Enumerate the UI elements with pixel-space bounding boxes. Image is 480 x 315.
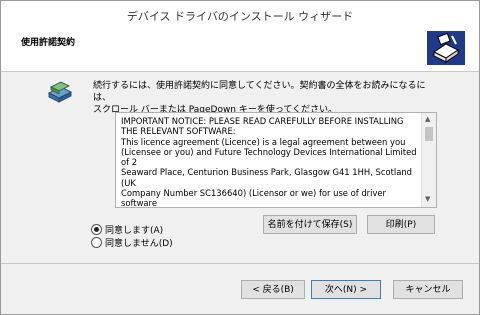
- window-title: デバイス ドライバのインストール ウィザード: [126, 10, 354, 23]
- scroll-down-icon[interactable]: ▼: [425, 195, 430, 203]
- scroll-thumb[interactable]: [425, 127, 433, 141]
- license-textbox[interactable]: IMPORTANT NOTICE: PLEASE READ CAREFULLY …: [115, 112, 437, 208]
- save-as-button[interactable]: 名前を付けて保存(S): [263, 215, 357, 234]
- license-scrollbar[interactable]: ▲ ▼: [421, 113, 436, 207]
- disagree-option[interactable]: 同意しません(D): [91, 236, 173, 249]
- disagree-label[interactable]: 同意しません(D): [105, 236, 173, 249]
- agree-option[interactable]: 同意します(A): [91, 223, 163, 236]
- print-button[interactable]: 印刷(P): [367, 215, 435, 234]
- footer-divider: [1, 263, 479, 264]
- wizard-window: デバイス ドライバのインストール ウィザード 使用許諾契約 続行するには、使用許…: [0, 0, 480, 315]
- intro-line-1: 続行するには、使用許諾契約に同意してください。契約書の全体をお読みになるには、: [93, 81, 426, 103]
- installer-logo-icon: [427, 31, 465, 65]
- back-button[interactable]: < 戻る(B): [241, 280, 305, 299]
- license-text: IMPORTANT NOTICE: PLEASE READ CAREFULLY …: [121, 116, 417, 208]
- page-heading: 使用許諾契約: [21, 38, 76, 48]
- license-books-icon: [47, 81, 73, 103]
- cancel-button[interactable]: キャンセル: [393, 280, 463, 299]
- disagree-radio[interactable]: [91, 237, 102, 248]
- agree-radio[interactable]: [91, 224, 102, 235]
- scroll-up-icon[interactable]: ▲: [425, 115, 430, 123]
- next-button[interactable]: 次へ(N) >: [311, 280, 381, 299]
- wizard-header: 使用許諾契約: [1, 27, 479, 72]
- intro-text: 続行するには、使用許諾契約に同意してください。契約書の全体をお読みになるには、 …: [93, 80, 433, 116]
- wizard-body: 続行するには、使用許諾契約に同意してください。契約書の全体をお読みになるには、 …: [1, 72, 479, 272]
- agree-label[interactable]: 同意します(A): [105, 223, 163, 236]
